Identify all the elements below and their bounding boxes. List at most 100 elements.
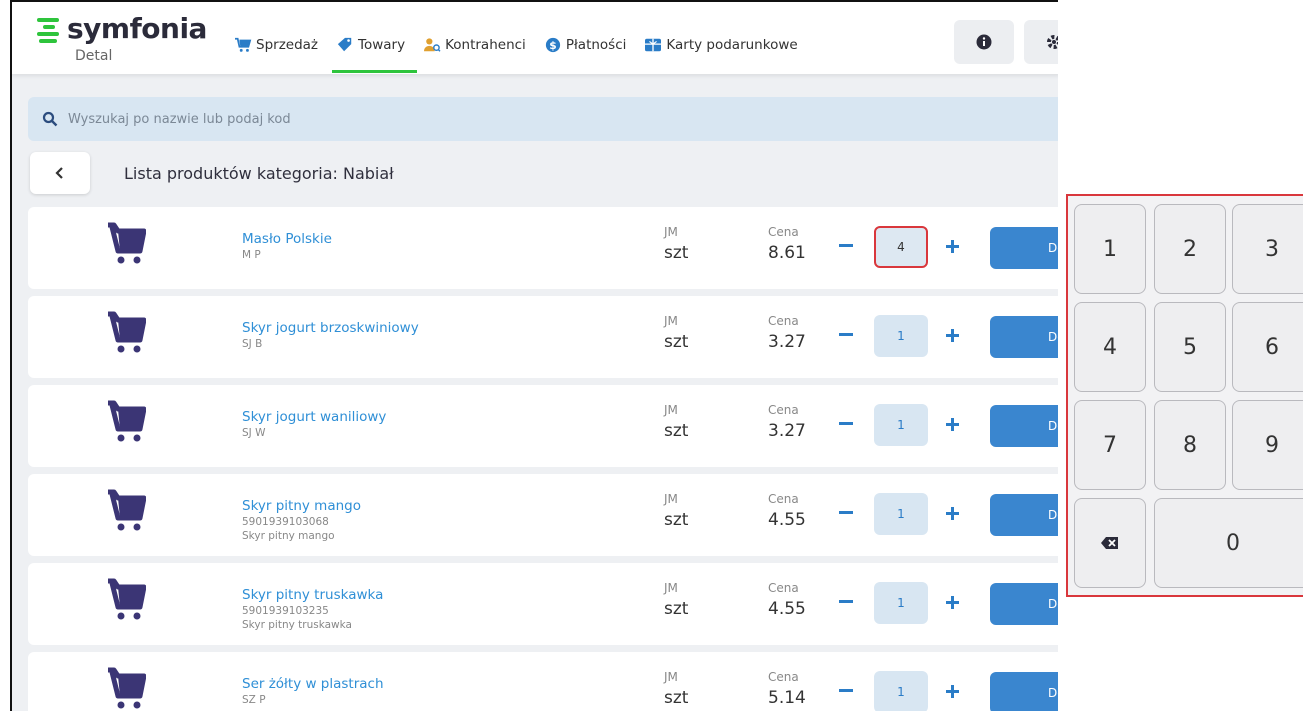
product-row: Skyr jogurt waniliowy SJ W JM szt Cena 3…	[28, 385, 1058, 467]
jm-value: szt	[664, 421, 689, 441]
decrement-button[interactable]	[834, 500, 858, 526]
minus-icon	[839, 244, 853, 247]
minus-icon	[839, 422, 853, 425]
search-icon	[42, 111, 58, 127]
product-name[interactable]: Skyr jogurt brzoskwiniowy	[242, 320, 419, 336]
search-input[interactable]	[68, 111, 568, 127]
cart-icon	[235, 37, 252, 52]
nav-item-platnosci[interactable]: $ Płatności	[544, 32, 627, 58]
jm-label: JM	[664, 581, 678, 595]
cart-icon	[108, 578, 146, 620]
add-to-cart-button[interactable]: Dc	[990, 583, 1058, 625]
product-name[interactable]: Skyr pitny mango	[242, 498, 361, 514]
quantity-input[interactable]: 1	[874, 315, 928, 357]
add-to-cart-button[interactable]: Dc	[990, 405, 1058, 447]
decrement-button[interactable]	[834, 233, 858, 259]
nav-item-kontrahenci[interactable]: Kontrahenci	[423, 32, 526, 58]
add-to-cart-button[interactable]: Dc	[990, 494, 1058, 536]
logo-name: symfonia	[67, 12, 207, 45]
decrement-button[interactable]	[834, 322, 858, 348]
key-9[interactable]: 9	[1232, 400, 1303, 490]
numeric-keypad: 1 2 3 4 5 6 7 8 9 0	[1066, 194, 1303, 597]
jm-value: szt	[664, 688, 689, 708]
info-button[interactable]	[954, 20, 1014, 64]
plus-icon	[945, 684, 959, 698]
jm-label: JM	[664, 403, 678, 417]
logo-subtitle: Detal	[75, 48, 113, 64]
key-4[interactable]: 4	[1074, 302, 1146, 392]
product-row: Ser żółty w plastrach SZ P JM szt Cena 5…	[28, 652, 1058, 711]
key-label: 1	[1103, 236, 1117, 262]
key-label: 3	[1265, 236, 1279, 262]
product-name[interactable]: Skyr pitny truskawka	[242, 587, 383, 603]
nav-item-label: Karty podarunkowe	[666, 37, 798, 53]
key-8[interactable]: 8	[1154, 400, 1226, 490]
jm-label: JM	[664, 314, 678, 328]
product-row: Skyr pitny mango 5901939103068 Skyr pitn…	[28, 474, 1058, 556]
quantity-input[interactable]: 1	[874, 493, 928, 535]
increment-button[interactable]	[940, 411, 964, 437]
key-label: 0	[1226, 530, 1240, 556]
product-code: M P	[242, 249, 261, 261]
backspace-key[interactable]	[1074, 498, 1146, 588]
cart-icon	[108, 222, 146, 264]
decrement-button[interactable]	[834, 589, 858, 615]
decrement-button[interactable]	[834, 678, 858, 704]
add-button-label: Dc	[1048, 686, 1058, 700]
product-name[interactable]: Skyr jogurt waniliowy	[242, 409, 386, 425]
price-label: Cena	[768, 314, 799, 328]
product-row: Masło Polskie M P JM szt Cena 8.61 4 Dc	[28, 207, 1058, 289]
add-button-label: Dc	[1048, 508, 1058, 522]
key-5[interactable]: 5	[1154, 302, 1226, 392]
nav-item-label: Płatności	[565, 37, 627, 53]
nav-item-towary[interactable]: Towary	[332, 32, 418, 73]
increment-button[interactable]	[940, 322, 964, 348]
key-label: 8	[1183, 432, 1197, 458]
key-6[interactable]: 6	[1232, 302, 1303, 392]
key-2[interactable]: 2	[1154, 204, 1226, 294]
key-1[interactable]: 1	[1074, 204, 1146, 294]
product-name[interactable]: Ser żółty w plastrach	[242, 676, 384, 692]
chevron-left-icon	[55, 167, 63, 179]
price-value: 4.55	[768, 599, 806, 619]
price-value: 3.27	[768, 332, 806, 352]
jm-label: JM	[664, 492, 678, 506]
nav-item-label: Sprzedaż	[256, 37, 319, 53]
add-button-label: Dc	[1048, 330, 1058, 344]
product-description: Skyr pitny mango	[242, 530, 335, 542]
price-label: Cena	[768, 670, 799, 684]
info-icon	[976, 34, 992, 50]
key-0[interactable]: 0	[1154, 498, 1303, 588]
increment-button[interactable]	[940, 678, 964, 704]
decrement-button[interactable]	[834, 411, 858, 437]
jm-value: szt	[664, 332, 689, 352]
back-button[interactable]	[30, 152, 90, 194]
nav-item-karty-podarunkowe[interactable]: Karty podarunkowe	[644, 32, 798, 58]
add-to-cart-button[interactable]: Dc	[990, 672, 1058, 711]
plus-icon	[945, 328, 959, 342]
list-title: Lista produktów kategoria: Nabiał	[124, 164, 394, 183]
quantity-input[interactable]: 1	[874, 671, 928, 711]
key-label: 9	[1265, 432, 1279, 458]
quantity-input[interactable]: 1	[874, 404, 928, 446]
top-bar: symfonia Detal Sprzedaż Towary Kontrahen…	[12, 2, 1058, 74]
increment-button[interactable]	[940, 500, 964, 526]
quantity-input[interactable]: 1	[874, 582, 928, 624]
increment-button[interactable]	[940, 589, 964, 615]
price-value: 5.14	[768, 688, 806, 708]
key-7[interactable]: 7	[1074, 400, 1146, 490]
quantity-input[interactable]: 4	[874, 226, 928, 268]
search-bar[interactable]	[28, 97, 1058, 141]
minus-icon	[839, 689, 853, 692]
product-row: Skyr pitny truskawka 5901939103235 Skyr …	[28, 563, 1058, 645]
add-to-cart-button[interactable]: Dc	[990, 227, 1058, 269]
nav-item-label: Towary	[358, 37, 406, 53]
quantity-value: 1	[897, 329, 905, 343]
increment-button[interactable]	[940, 233, 964, 259]
product-name[interactable]: Masło Polskie	[242, 231, 332, 247]
key-3[interactable]: 3	[1232, 204, 1303, 294]
nav-item-sprzedaz[interactable]: Sprzedaż	[234, 32, 318, 58]
settings-button[interactable]	[1024, 20, 1058, 64]
quantity-value: 1	[897, 685, 905, 699]
add-to-cart-button[interactable]: Dc	[990, 316, 1058, 358]
